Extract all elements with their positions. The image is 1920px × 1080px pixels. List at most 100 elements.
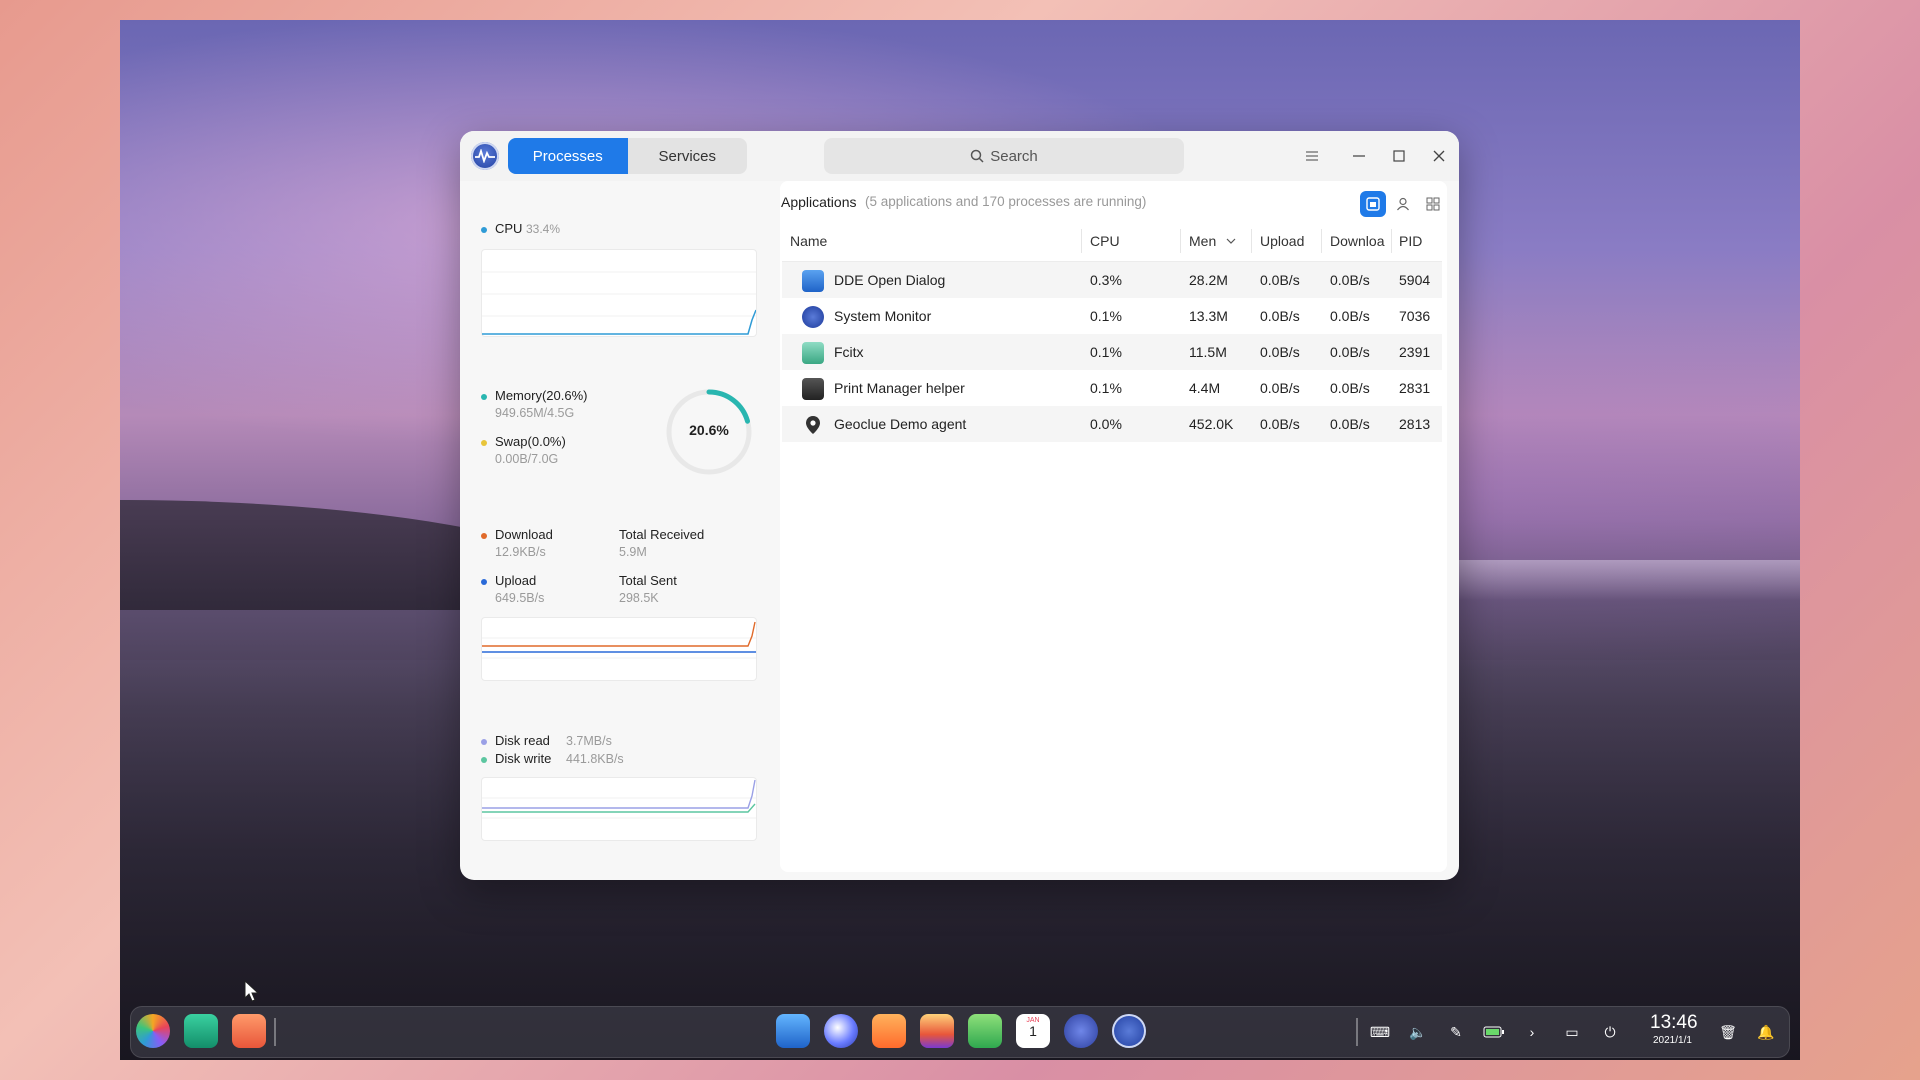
system-monitor-dock-icon[interactable] xyxy=(1112,1014,1146,1048)
tab-services[interactable]: Services xyxy=(628,138,748,174)
battery-icon[interactable] xyxy=(1482,1020,1506,1044)
process-memory: 11.5M xyxy=(1189,344,1227,360)
network-graph xyxy=(481,617,757,681)
cpu-graph-line xyxy=(482,271,757,335)
search-icon xyxy=(970,149,984,163)
dde-open-dialog-icon xyxy=(802,270,824,292)
table-row[interactable]: DDE Open Dialog 0.3% 28.2M 0.0B/s 0.0B/s… xyxy=(782,262,1442,298)
table-row[interactable]: Geoclue Demo agent 0.0% 452.0K 0.0B/s 0.… xyxy=(782,406,1442,442)
view-tabs: Processes Services xyxy=(508,138,747,174)
process-cpu: 0.1% xyxy=(1090,380,1122,396)
screenshot-icon[interactable]: ✎ xyxy=(1444,1020,1468,1044)
process-pid: 2813 xyxy=(1399,416,1431,432)
total-sent-label: Total Sent xyxy=(619,573,677,588)
column-pid[interactable]: PID xyxy=(1399,233,1422,249)
download-legend-dot xyxy=(481,533,487,539)
view-my-processes-button[interactable] xyxy=(1390,191,1416,217)
calendar-day: 1 xyxy=(1029,1023,1037,1039)
process-cpu: 0.3% xyxy=(1090,272,1122,288)
maximize-button[interactable] xyxy=(1386,143,1412,169)
search-input[interactable]: Search xyxy=(824,138,1184,174)
process-download: 0.0B/s xyxy=(1330,416,1370,432)
browser-icon[interactable] xyxy=(824,1014,858,1048)
printer-icon xyxy=(802,378,824,400)
disk-read-label: Disk read xyxy=(495,733,550,748)
tab-processes[interactable]: Processes xyxy=(508,138,628,174)
process-pid: 7036 xyxy=(1399,308,1431,324)
system-monitor-window: Processes Services Search CPU 33.4% Memo… xyxy=(460,131,1459,880)
mouse-cursor-icon xyxy=(244,980,260,1002)
image-viewer-icon[interactable] xyxy=(920,1014,954,1048)
sort-chevron-down-icon xyxy=(1226,238,1236,244)
process-upload: 0.0B/s xyxy=(1260,416,1300,432)
upload-label: Upload xyxy=(495,573,537,588)
tray-divider xyxy=(1356,1018,1358,1046)
process-memory: 4.4M xyxy=(1189,380,1221,396)
bell-icon[interactable]: 🔔 xyxy=(1754,1020,1778,1044)
disk-write-legend-dot xyxy=(481,757,487,763)
table-row[interactable]: Fcitx 0.1% 11.5M 0.0B/s 0.0B/s 2391 xyxy=(782,334,1442,370)
cpu-label: CPU xyxy=(495,221,523,236)
power-icon[interactable]: ⏻ xyxy=(1598,1020,1622,1044)
column-name[interactable]: Name xyxy=(790,233,827,249)
notification-center-icon[interactable]: ▭ xyxy=(1560,1020,1584,1044)
swap-legend-dot xyxy=(481,440,487,446)
process-cpu: 0.1% xyxy=(1090,308,1122,324)
process-upload: 0.0B/s xyxy=(1260,272,1300,288)
maximize-icon xyxy=(1393,150,1405,162)
process-download: 0.0B/s xyxy=(1330,380,1370,396)
keyboard-icon[interactable]: ⌨ xyxy=(1368,1020,1392,1044)
file-manager-icon[interactable] xyxy=(776,1014,810,1048)
total-sent-value: 298.5K xyxy=(619,591,659,605)
volume-icon[interactable]: 🔈 xyxy=(1406,1020,1430,1044)
multitask-view-icon[interactable] xyxy=(184,1014,218,1048)
trash-icon[interactable]: 🗑 xyxy=(1716,1020,1740,1044)
launcher-icon[interactable] xyxy=(136,1014,170,1048)
disk-read-legend-dot xyxy=(481,739,487,745)
applications-heading: Applications xyxy=(781,194,857,210)
process-table: Name CPU Men Upload Downloa PID DDE Open… xyxy=(782,221,1442,442)
titlebar: Processes Services Search xyxy=(460,131,1459,181)
user-icon xyxy=(1397,197,1409,211)
system-monitor-logo-icon xyxy=(471,142,499,170)
minimize-icon xyxy=(1353,155,1365,157)
workspace-icon[interactable] xyxy=(232,1014,266,1048)
table-row[interactable]: Print Manager helper 0.1% 4.4M 0.0B/s 0.… xyxy=(782,370,1442,406)
column-upload[interactable]: Upload xyxy=(1260,233,1304,249)
swap-label: Swap(0.0%) xyxy=(495,434,566,449)
process-upload: 0.0B/s xyxy=(1260,344,1300,360)
view-applications-button[interactable] xyxy=(1360,191,1386,217)
app-window-icon xyxy=(1366,197,1380,211)
settings-gear-icon[interactable] xyxy=(1064,1014,1098,1048)
process-name: DDE Open Dialog xyxy=(834,272,946,288)
clock-time[interactable]: 13:46 xyxy=(1650,1012,1698,1034)
expand-tray-chevron-icon[interactable]: › xyxy=(1520,1020,1544,1044)
minimize-button[interactable] xyxy=(1346,143,1372,169)
process-name: Print Manager helper xyxy=(834,380,965,396)
hamburger-icon xyxy=(1306,151,1318,161)
music-icon[interactable] xyxy=(968,1014,1002,1048)
memory-ring-chart: 20.6% xyxy=(663,386,755,478)
process-cpu: 0.1% xyxy=(1090,344,1122,360)
app-store-icon[interactable] xyxy=(872,1014,906,1048)
applications-summary: (5 applications and 170 processes are ru… xyxy=(865,194,1147,209)
process-name: Fcitx xyxy=(834,344,864,360)
menu-button[interactable] xyxy=(1299,143,1325,169)
process-memory: 13.3M xyxy=(1189,308,1228,324)
process-pid: 2831 xyxy=(1399,380,1431,396)
disk-graph-lines xyxy=(482,779,756,819)
process-name: System Monitor xyxy=(834,308,932,324)
process-cpu: 0.0% xyxy=(1090,416,1122,432)
column-download[interactable]: Downloa xyxy=(1330,233,1390,249)
table-row[interactable]: System Monitor 0.1% 13.3M 0.0B/s 0.0B/s … xyxy=(782,298,1442,334)
column-memory[interactable]: Men xyxy=(1189,233,1219,249)
memory-label: Memory(20.6%) xyxy=(495,388,588,403)
process-name: Geoclue Demo agent xyxy=(834,416,967,432)
disk-write-value: 441.8KB/s xyxy=(566,752,624,766)
memory-legend-dot xyxy=(481,394,487,400)
column-cpu[interactable]: CPU xyxy=(1090,233,1120,249)
view-all-processes-button[interactable] xyxy=(1420,191,1446,217)
calendar-icon[interactable]: JAN 1 xyxy=(1016,1014,1050,1048)
upload-legend-dot xyxy=(481,579,487,585)
close-button[interactable] xyxy=(1426,143,1452,169)
